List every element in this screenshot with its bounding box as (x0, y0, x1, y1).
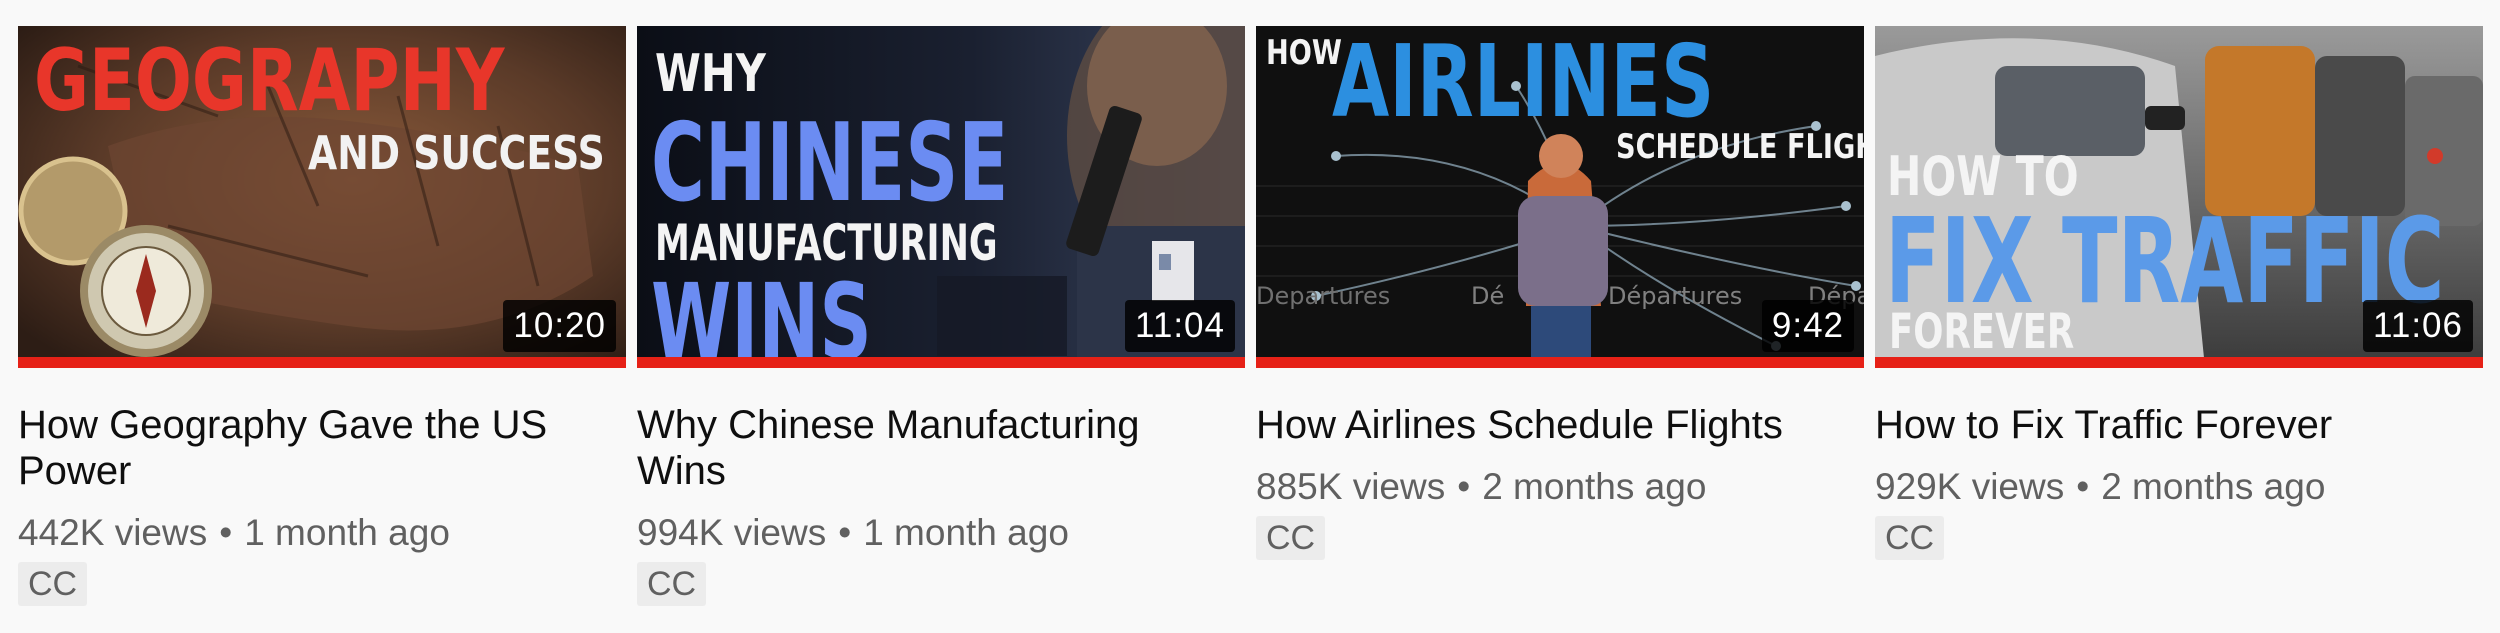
thumbnail-line-1: HOW (1266, 33, 1342, 73)
thumbnail-headline: CHINESE (651, 101, 1009, 226)
view-count: 929K views (1875, 466, 2065, 507)
video-thumbnail[interactable]: HOW AIRLINES SCHEDULE FLIGHTS Departures… (1256, 26, 1864, 368)
thumbnail-headline: AIRLINES (1332, 26, 1715, 140)
video-grid-row: GEOGRAPHY AND SUCCESS 10:20 How Geograph… (0, 0, 2500, 633)
watch-progress-bar (18, 357, 626, 368)
watch-progress-bar (637, 357, 1245, 368)
upload-age: 1 month ago (863, 512, 1069, 553)
meta-separator: • (219, 512, 233, 553)
thumbnail-headline: FIX TRAFFIC (1885, 192, 2445, 330)
duration-badge: 11:04 (1125, 300, 1235, 352)
view-count: 442K views (18, 512, 208, 553)
board-label: Departures (1256, 282, 1391, 310)
thumbnail-line-3: FOREVER (1889, 304, 2075, 360)
video-title[interactable]: How to Fix Traffic Forever (1875, 402, 2465, 448)
board-label: Départures (1608, 282, 1743, 310)
watch-progress-bar (1875, 357, 2483, 368)
thumbnail-line-1: WHY (655, 44, 766, 104)
thumbnail-headline: GEOGRAPHY (34, 31, 505, 131)
cc-badge: CC (18, 562, 88, 606)
video-meta: 994K views • 1 month ago (637, 510, 1245, 556)
video-card[interactable]: GEOGRAPHY AND SUCCESS 10:20 How Geograph… (18, 26, 626, 606)
watch-progress-bar (1256, 357, 1864, 368)
video-title[interactable]: Why Chinese Manufacturing Wins (637, 402, 1227, 494)
cc-badge: CC (1256, 516, 1326, 560)
upload-age: 2 months ago (1482, 466, 1707, 507)
meta-separator: • (1457, 466, 1471, 507)
video-meta: 929K views • 2 months ago (1875, 464, 2483, 510)
thumbnail-line-3: SCHEDULE FLIGHTS (1616, 127, 1864, 167)
view-count: 994K views (637, 512, 827, 553)
view-count: 885K views (1256, 466, 1446, 507)
duration-badge: 9:42 (1761, 300, 1854, 352)
upload-age: 2 months ago (2101, 466, 2326, 507)
video-meta: 885K views • 2 months ago (1256, 464, 1864, 510)
meta-separator: • (2076, 466, 2090, 507)
video-title[interactable]: How Geography Gave the US Power (18, 402, 608, 494)
duration-badge: 11:06 (2363, 300, 2473, 352)
video-thumbnail[interactable]: HOW TO FIX TRAFFIC FOREVER 11:06 (1875, 26, 2483, 368)
meta-separator: • (838, 512, 852, 553)
video-card[interactable]: HOW TO FIX TRAFFIC FOREVER 11:06 How to … (1875, 26, 2483, 560)
video-card[interactable]: HOW AIRLINES SCHEDULE FLIGHTS Departures… (1256, 26, 1864, 560)
video-thumbnail[interactable]: GEOGRAPHY AND SUCCESS 10:20 (18, 26, 626, 368)
upload-age: 1 month ago (244, 512, 450, 553)
board-label: Dé (1471, 282, 1505, 310)
thumbnail-line-4: WINS (651, 261, 872, 368)
cc-badge: CC (637, 562, 707, 606)
video-meta: 442K views • 1 month ago (18, 510, 626, 556)
cc-badge: CC (1875, 516, 1945, 560)
video-title[interactable]: How Airlines Schedule Flights (1256, 402, 1846, 448)
duration-badge: 10:20 (503, 300, 616, 352)
thumbnail-subhead: AND SUCCESS (308, 126, 605, 180)
video-thumbnail[interactable]: WHY CHINESE MANUFACTURING WINS 11:04 (637, 26, 1245, 368)
video-card[interactable]: WHY CHINESE MANUFACTURING WINS 11:04 Why… (637, 26, 1245, 606)
